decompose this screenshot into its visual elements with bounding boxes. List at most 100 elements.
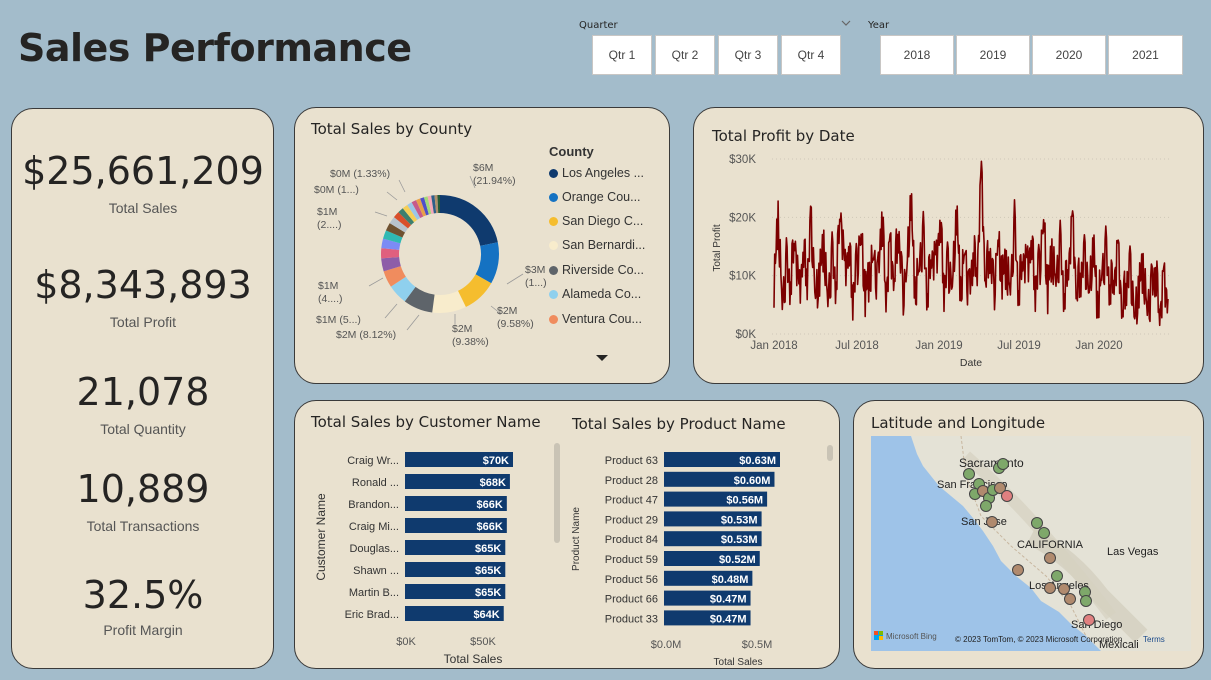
map-panel: Latitude and Longitude Sacramento San Fr… [853, 400, 1204, 669]
legend-dot [549, 193, 558, 203]
page-title: Sales Performance [18, 26, 412, 70]
legend-item-riverside[interactable]: Riverside Co... [549, 263, 644, 277]
map-marker[interactable] [980, 500, 992, 512]
map-marker[interactable] [1012, 564, 1024, 576]
category-label: Product 29 [605, 514, 658, 526]
legend-scroll-down-icon[interactable] [595, 353, 609, 363]
total-sales-label: Total Sales [108, 200, 178, 216]
y-axis-title: Total Profit [712, 224, 723, 271]
total-transactions-label: Total Transactions [86, 518, 200, 534]
map-marker[interactable] [1031, 517, 1043, 529]
quarter-option-q1[interactable]: Qtr 1 [592, 35, 652, 75]
map-label-california: CALIFORNIA [1017, 539, 1084, 551]
x-axis-title: Total Sales [714, 657, 763, 668]
data-label: $0.56M [726, 495, 763, 507]
data-label: $0.53M [721, 514, 758, 526]
quarter-option-q2[interactable]: Qtr 2 [655, 35, 715, 75]
category-label: Product 33 [605, 613, 658, 625]
x-tick-label: $50K [470, 636, 496, 648]
donut-label-sanbernardino: $2M (9.38%) [452, 323, 489, 348]
quarter-slicer-label: Quarter [579, 20, 618, 31]
map-marker[interactable] [1064, 593, 1076, 605]
legend-item-sandiego[interactable]: San Diego C... [549, 214, 643, 228]
chevron-down-icon[interactable] [841, 18, 851, 28]
category-label: Product 47 [605, 495, 658, 507]
customer-chart-scrollbar[interactable] [554, 443, 560, 543]
map-marker[interactable] [963, 468, 975, 480]
map-marker[interactable] [1044, 582, 1056, 594]
profit-line-chart: $0K$10K$20K$30KJan 2018 Jul 2018 Jan 2019 J… [712, 154, 1170, 369]
donut-leader-line [384, 303, 398, 319]
y-axis-title: Customer Name [314, 493, 328, 581]
map-brand: Microsoft Bing [886, 632, 937, 641]
customer-bar-chart: Craig Wr... $70K Ronald ... $68K Brandon... $… [314, 452, 513, 666]
county-sales-panel: Total Sales by County $6M (21.94%) $3M (1.… [294, 107, 670, 384]
year-option-2021[interactable]: 2021 [1108, 35, 1183, 75]
donut-label-la: $6M (21.94%) [473, 162, 516, 187]
map-marker[interactable] [1083, 614, 1095, 626]
quarter-option-q3[interactable]: Qtr 3 [718, 35, 778, 75]
map-marker[interactable] [986, 516, 998, 528]
data-label: $0.63M [739, 455, 776, 467]
california-map[interactable]: Sacramento San Francisco San Jose CALIFO… [871, 436, 1191, 651]
x-tick-label: Jul 2018 [835, 340, 878, 352]
legend-item-alameda[interactable]: Alameda Co... [549, 287, 641, 301]
category-label: Eric Brad... [345, 609, 399, 621]
data-label: $0.53M [721, 534, 758, 546]
donut-leader-line [386, 191, 398, 201]
map-label-sacramento: Sacramento [959, 456, 1024, 470]
data-label: $0.47M [710, 594, 747, 606]
year-slicer-label: Year [868, 20, 890, 31]
map-marker[interactable] [1058, 583, 1070, 595]
category-label: Product 59 [605, 554, 658, 566]
data-label: $65K [475, 587, 501, 599]
category-label: Ronald ... [352, 477, 399, 489]
map-marker[interactable] [1080, 595, 1092, 607]
x-tick-label: $0.0M [651, 639, 682, 651]
map-marker[interactable] [1001, 490, 1013, 502]
map-terms-link[interactable]: Terms [1143, 635, 1165, 644]
customer-product-panel: Total Sales by Customer Name Craig Wr...… [294, 400, 840, 669]
data-label: $68K [480, 477, 506, 489]
donut-slice[interactable] [381, 248, 400, 259]
legend-item-sanbernardino[interactable]: San Bernardi... [549, 238, 645, 252]
map-marker[interactable] [997, 458, 1009, 470]
category-label: Product 28 [605, 475, 658, 487]
category-label: Douglas... [349, 543, 399, 555]
year-option-2018[interactable]: 2018 [880, 35, 954, 75]
donut-slice[interactable] [440, 195, 498, 246]
x-tick-label: Jul 2019 [997, 340, 1040, 352]
product-chart-scrollbar[interactable] [827, 445, 833, 461]
profit-margin-label: Profit Margin [103, 622, 183, 638]
county-legend-title: County [549, 144, 594, 159]
legend-dot [549, 169, 558, 179]
profit-by-date-panel: Total Profit by Date $0K $10K $20K $30K Jan … [693, 107, 1204, 384]
map-marker[interactable] [1051, 570, 1063, 582]
donut-label-alameda: $1M (5...) [316, 314, 361, 326]
category-label: Brandon... [348, 499, 399, 511]
legend-dot [549, 315, 558, 325]
donut-label-riverside: $2M (8.12%) [336, 329, 397, 341]
map-marker[interactable] [1038, 527, 1050, 539]
legend-item-la[interactable]: Los Angeles ... [549, 166, 644, 180]
data-label: $0.48M [712, 574, 749, 586]
product-bar-chart: Product 63 $0.63M Product 28 $0.60M Product … [571, 452, 780, 668]
donut-leader-line [368, 277, 384, 287]
donut-label-other3: $0M (1.33%) [330, 168, 391, 180]
map-marker[interactable] [1044, 552, 1056, 564]
x-tick-label: Jan 2019 [915, 340, 962, 352]
data-label: $66K [477, 499, 503, 511]
y-tick-label: $20K [729, 212, 756, 224]
category-label: Craig Mi... [349, 521, 399, 533]
legend-item-ventura[interactable]: Ventura Cou... [549, 312, 642, 326]
legend-item-orange[interactable]: Orange Cou... [549, 190, 641, 204]
legend-dot [549, 266, 558, 276]
quarter-option-q4[interactable]: Qtr 4 [781, 35, 841, 75]
donut-leader-line [374, 211, 388, 217]
year-option-2019[interactable]: 2019 [956, 35, 1030, 75]
bing-logo-part [874, 636, 878, 640]
data-label: $0.60M [734, 475, 771, 487]
total-profit-label: Total Profit [109, 314, 177, 330]
year-option-2020[interactable]: 2020 [1032, 35, 1106, 75]
profit-line-series[interactable] [773, 160, 1169, 327]
